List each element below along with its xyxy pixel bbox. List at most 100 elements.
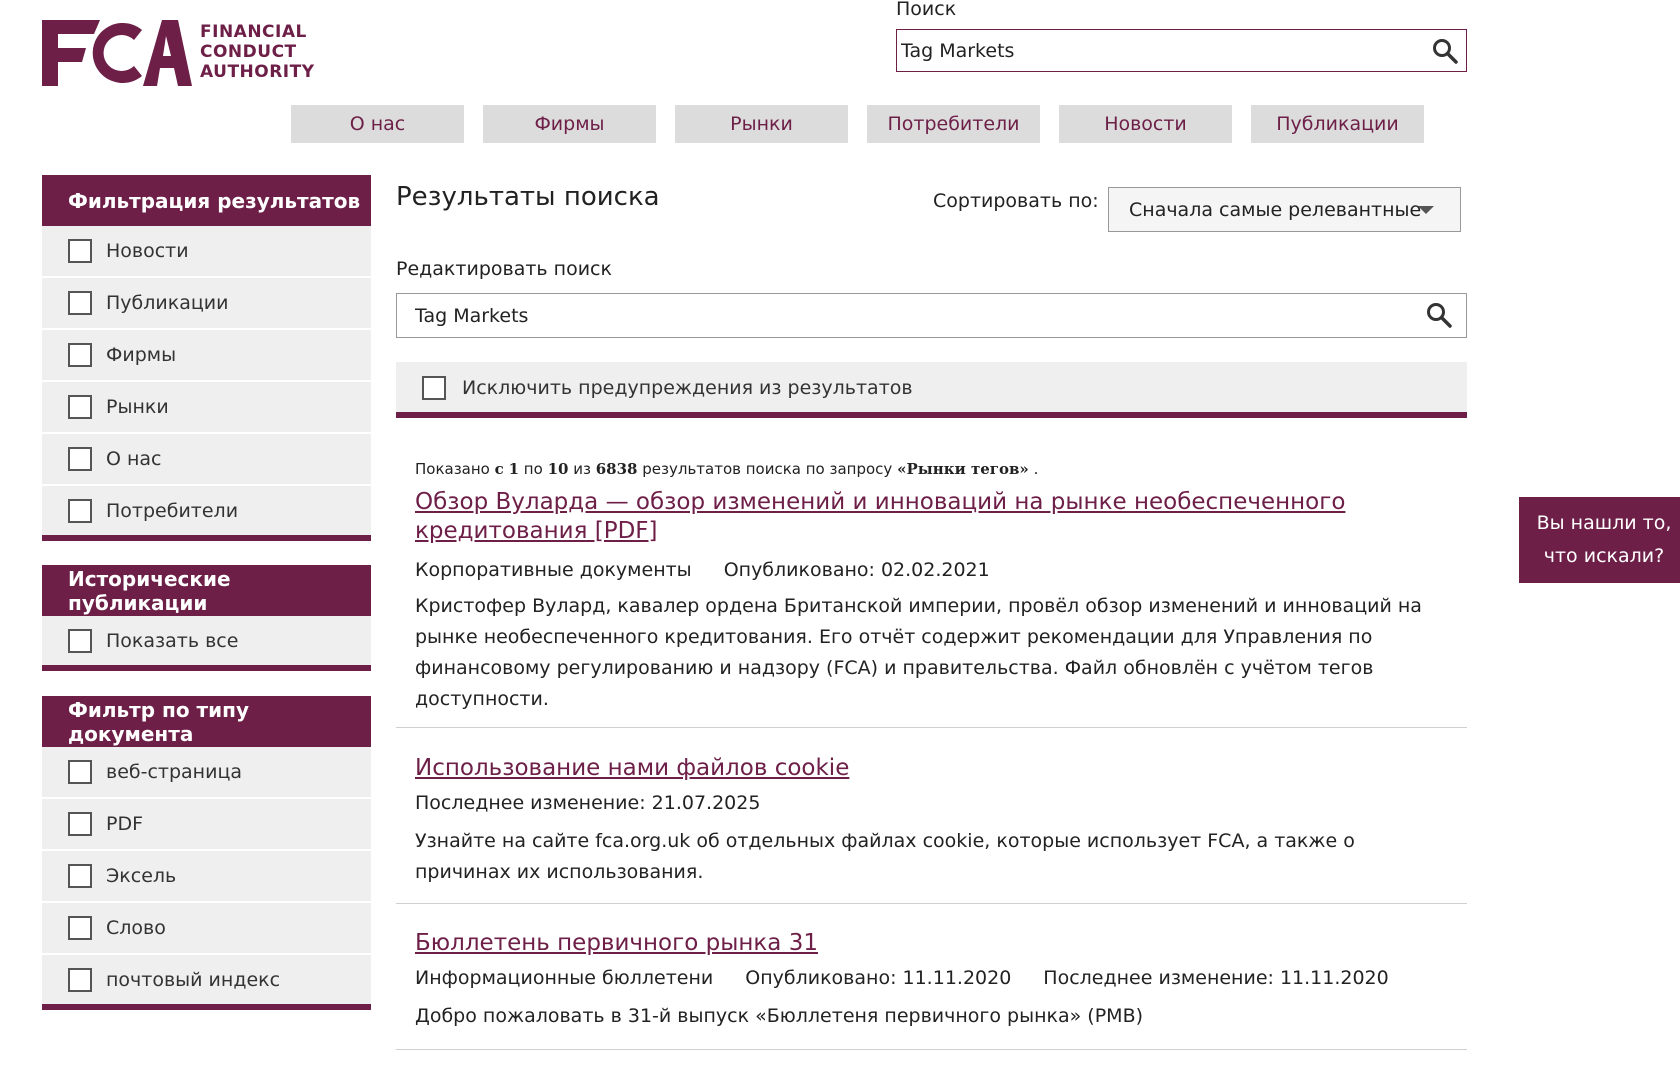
result-published: Опубликовано: 02.02.2021 — [723, 559, 990, 581]
nav-firms[interactable]: Фирмы — [483, 105, 656, 143]
panel-divider — [42, 1004, 371, 1010]
result-title-link[interactable]: Использование нами файлов cookie — [415, 754, 1415, 783]
result-divider — [396, 1049, 1467, 1050]
filter-item-about[interactable]: О нас — [42, 434, 371, 484]
search-icon[interactable] — [1432, 38, 1458, 64]
result-category: Корпоративные документы — [415, 559, 692, 581]
checkbox[interactable] — [68, 291, 92, 315]
chevron-down-icon — [1418, 206, 1434, 214]
filter-item-label: Рынки — [106, 396, 169, 418]
fca-logo-mark — [42, 20, 192, 86]
result-title-link[interactable]: Бюллетень первичного рынка 31 — [415, 929, 1415, 958]
filter-item-markets[interactable]: Рынки — [42, 382, 371, 432]
checkbox[interactable] — [68, 864, 92, 888]
nav-consumers[interactable]: Потребители — [867, 105, 1040, 143]
checkbox[interactable] — [68, 447, 92, 471]
filter-item-publications[interactable]: Публикации — [42, 278, 371, 328]
result-meta: Информационные бюллетени Опубликовано: 11… — [415, 967, 1421, 989]
checkbox[interactable] — [68, 239, 92, 263]
checkbox[interactable] — [68, 968, 92, 992]
filter-item-pdf[interactable]: PDF — [42, 799, 371, 849]
summary-of-word: из — [573, 460, 591, 478]
nav-news[interactable]: Новости — [1059, 105, 1232, 143]
nav-about[interactable]: О нас — [291, 105, 464, 143]
filter-item-label: почтовый индекс — [106, 969, 281, 991]
filter-item-label: Потребители — [106, 500, 239, 522]
summary-total: 6838 — [595, 460, 638, 478]
exclude-warnings-option[interactable]: Исключить предупреждения из результатов — [396, 362, 1467, 413]
result-meta: Последнее изменение: 21.07.2025 — [415, 792, 792, 814]
checkbox[interactable] — [68, 499, 92, 523]
summary-to-word: по — [523, 460, 543, 478]
filter-item-firms[interactable]: Фирмы — [42, 330, 371, 380]
filter-item-label: Эксель — [106, 865, 177, 887]
main-search-input[interactable] — [415, 294, 1375, 337]
filter-item-zip[interactable]: почтовый индекс — [42, 955, 371, 1005]
filter-item-label: О нас — [106, 448, 162, 470]
result-published: Опубликовано: 11.11.2020 — [745, 967, 1012, 989]
filter-item-label: Новости — [106, 240, 189, 262]
checkbox[interactable] — [68, 395, 92, 419]
filter-item-excel[interactable]: Эксель — [42, 851, 371, 901]
filter-item-webpage[interactable]: веб-страница — [42, 747, 371, 797]
result-category: Информационные бюллетени — [415, 967, 714, 989]
logo-tagline-line-1: FINANCIAL — [200, 22, 307, 42]
summary-prefix: Показано — [415, 460, 490, 478]
exclude-warnings-label: Исключить предупреждения из результатов — [462, 376, 913, 399]
results-summary: Показано с 1 по 10 из 6838 результатов п… — [415, 460, 1038, 478]
sort-select-value: Сначала самые релевантные — [1129, 198, 1422, 221]
summary-end: . — [1033, 460, 1039, 478]
doctype-filter-heading: Фильтр по типу документа — [42, 696, 371, 747]
result-modified: Последнее изменение: 11.11.2020 — [1043, 967, 1389, 989]
top-search-input[interactable] — [901, 30, 1421, 71]
checkbox[interactable] — [68, 916, 92, 940]
result-meta: Корпоративные документы Опубликовано: 02.… — [415, 559, 1022, 581]
logo-tagline-line-3: AUTHORITY — [200, 62, 315, 82]
result-title-link[interactable]: Обзор Вуларда — обзор изменений и иннова… — [415, 488, 1415, 546]
feedback-line-1: Вы нашли то, — [1536, 512, 1672, 534]
sort-select[interactable]: Сначала самые релевантные — [1108, 187, 1461, 232]
exclude-warnings-checkbox[interactable] — [422, 375, 446, 400]
summary-to: 10 — [547, 460, 569, 478]
sort-label: Сортировать по: — [933, 190, 1099, 212]
checkbox[interactable] — [68, 812, 92, 836]
nav-publications[interactable]: Публикации — [1251, 105, 1424, 143]
nav-markets[interactable]: Рынки — [675, 105, 848, 143]
feedback-tab[interactable]: Вы нашли то, что искали? — [1519, 497, 1680, 583]
historic-publications-heading: Исторические публикации — [42, 565, 371, 616]
top-search-label: Поиск — [896, 0, 957, 20]
filter-item-consumers[interactable]: Потребители — [42, 486, 371, 536]
search-icon[interactable] — [1426, 302, 1452, 328]
result-description: Добро пожаловать в 31-й выпуск «Бюллетен… — [415, 1005, 1144, 1027]
main-search-box — [396, 293, 1467, 338]
filter-item-label: Публикации — [106, 292, 229, 314]
feedback-line-2: что искали? — [1543, 545, 1665, 567]
logo-tagline: FINANCIAL CONDUCT AUTHORITY — [200, 22, 315, 82]
filter-item-label: Слово — [106, 917, 166, 939]
filter-item-news[interactable]: Новости — [42, 226, 371, 276]
checkbox[interactable] — [68, 343, 92, 367]
summary-query: «Рынки тегов» — [897, 460, 1029, 478]
panel-divider — [42, 665, 371, 671]
summary-suffix: результатов поиска по запросу — [642, 460, 893, 478]
filter-item-label: PDF — [106, 813, 144, 835]
exclude-divider — [396, 412, 1467, 418]
filter-results-heading: Фильтрация результатов — [42, 175, 371, 226]
result-modified: Последнее изменение: 21.07.2025 — [415, 792, 761, 814]
filter-item-label: Показать все — [106, 630, 239, 652]
page-title: Результаты поиска — [396, 182, 660, 212]
top-search-box — [896, 29, 1467, 72]
filter-item-label: Фирмы — [106, 344, 177, 366]
checkbox[interactable] — [68, 760, 92, 784]
checkbox[interactable] — [68, 629, 92, 653]
result-divider — [396, 727, 1467, 728]
filter-item-label: веб-страница — [106, 761, 243, 783]
summary-from-word: с — [494, 460, 504, 478]
panel-divider — [42, 535, 371, 541]
summary-from: 1 — [508, 460, 520, 478]
result-description: Кристофер Вулард, кавалер ордена Британс… — [415, 595, 1422, 710]
filter-item-show-all[interactable]: Показать все — [42, 616, 371, 666]
filter-item-word[interactable]: Слово — [42, 903, 371, 953]
result-divider — [396, 903, 1467, 904]
result-description: Узнайте на сайте fca.org.uk об отдельных… — [415, 830, 1355, 883]
